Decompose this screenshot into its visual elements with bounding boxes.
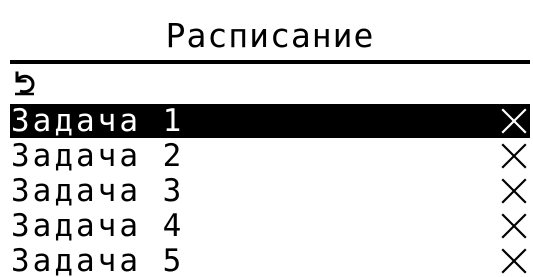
task-label: Задача 3 <box>11 173 185 209</box>
page-title: Расписание <box>165 15 375 55</box>
task-row[interactable]: Задача 1 <box>10 104 530 138</box>
task-label: Задача 4 <box>11 208 185 244</box>
task-row[interactable]: Задача 4 <box>10 209 530 243</box>
task-label: Задача 5 <box>11 243 185 277</box>
back-button[interactable] <box>10 66 530 100</box>
close-icon[interactable] <box>500 247 528 275</box>
header-divider <box>10 60 530 64</box>
header: Расписание <box>10 12 530 58</box>
close-icon[interactable] <box>500 107 528 135</box>
close-icon[interactable] <box>500 212 528 240</box>
schedule-screen: Расписание Задача 1 Задача 2 Задача 3 Задач… <box>0 0 533 277</box>
task-row[interactable]: Задача 5 <box>10 244 530 277</box>
task-label: Задача 1 <box>11 103 185 139</box>
close-icon[interactable] <box>500 142 528 170</box>
task-row[interactable]: Задача 2 <box>10 139 530 173</box>
task-label: Задача 2 <box>11 138 185 174</box>
close-icon[interactable] <box>500 177 528 205</box>
schedule-panel: Расписание Задача 1 Задача 2 Задача 3 Задач… <box>10 12 530 277</box>
task-list: Задача 1 Задача 2 Задача 3 Задача 4 Задача 5 <box>10 104 530 277</box>
task-row[interactable]: Задача 3 <box>10 174 530 208</box>
back-arrow-icon <box>15 71 35 96</box>
